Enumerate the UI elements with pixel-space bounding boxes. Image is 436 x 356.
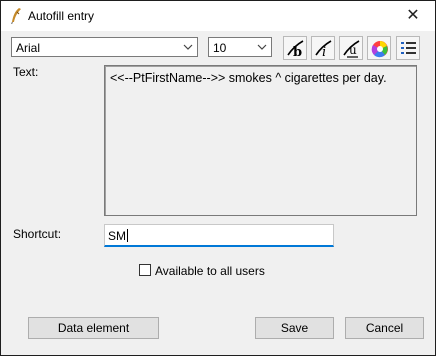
text-label: Text: [13,65,39,79]
close-icon: ✕ [406,7,420,24]
font-size-select[interactable]: 10 [208,37,272,57]
close-button[interactable]: ✕ [391,1,435,31]
save-button[interactable]: Save [255,317,334,339]
shortcut-input[interactable]: SM [104,224,334,247]
quill-icon [9,7,23,25]
cancel-button[interactable]: Cancel [345,317,424,339]
font-size-value: 10 [213,41,227,55]
bold-button[interactable]: b [283,36,307,60]
svg-text:i: i [322,45,326,59]
italic-button[interactable]: i [311,36,335,60]
data-element-button[interactable]: Data element [28,317,159,339]
chevron-down-icon [182,40,194,54]
available-label[interactable]: Available to all users [155,264,265,278]
window-title: Autofill entry [28,9,95,23]
text-area[interactable]: <<--PtFirstName-->> smokes ^ cigarettes … [104,65,417,216]
underline-button[interactable]: u [339,36,363,60]
svg-text:b: b [293,45,302,59]
shortcut-value: SM [108,229,126,243]
available-checkbox[interactable] [139,264,151,276]
svg-text:u: u [349,43,357,57]
title-bar: Autofill entry ✕ [1,1,435,31]
text-area-content: <<--PtFirstName-->> smokes ^ cigarettes … [110,71,387,85]
color-button[interactable] [367,36,391,60]
text-caret [127,229,128,242]
autofill-dialog: Autofill entry ✕ Arial 10 b i u Text: <<… [0,0,436,356]
list-button[interactable] [396,36,420,60]
chevron-down-icon [256,40,268,54]
shortcut-label: Shortcut: [13,227,62,241]
font-family-value: Arial [16,41,41,55]
font-family-select[interactable]: Arial [11,37,198,57]
